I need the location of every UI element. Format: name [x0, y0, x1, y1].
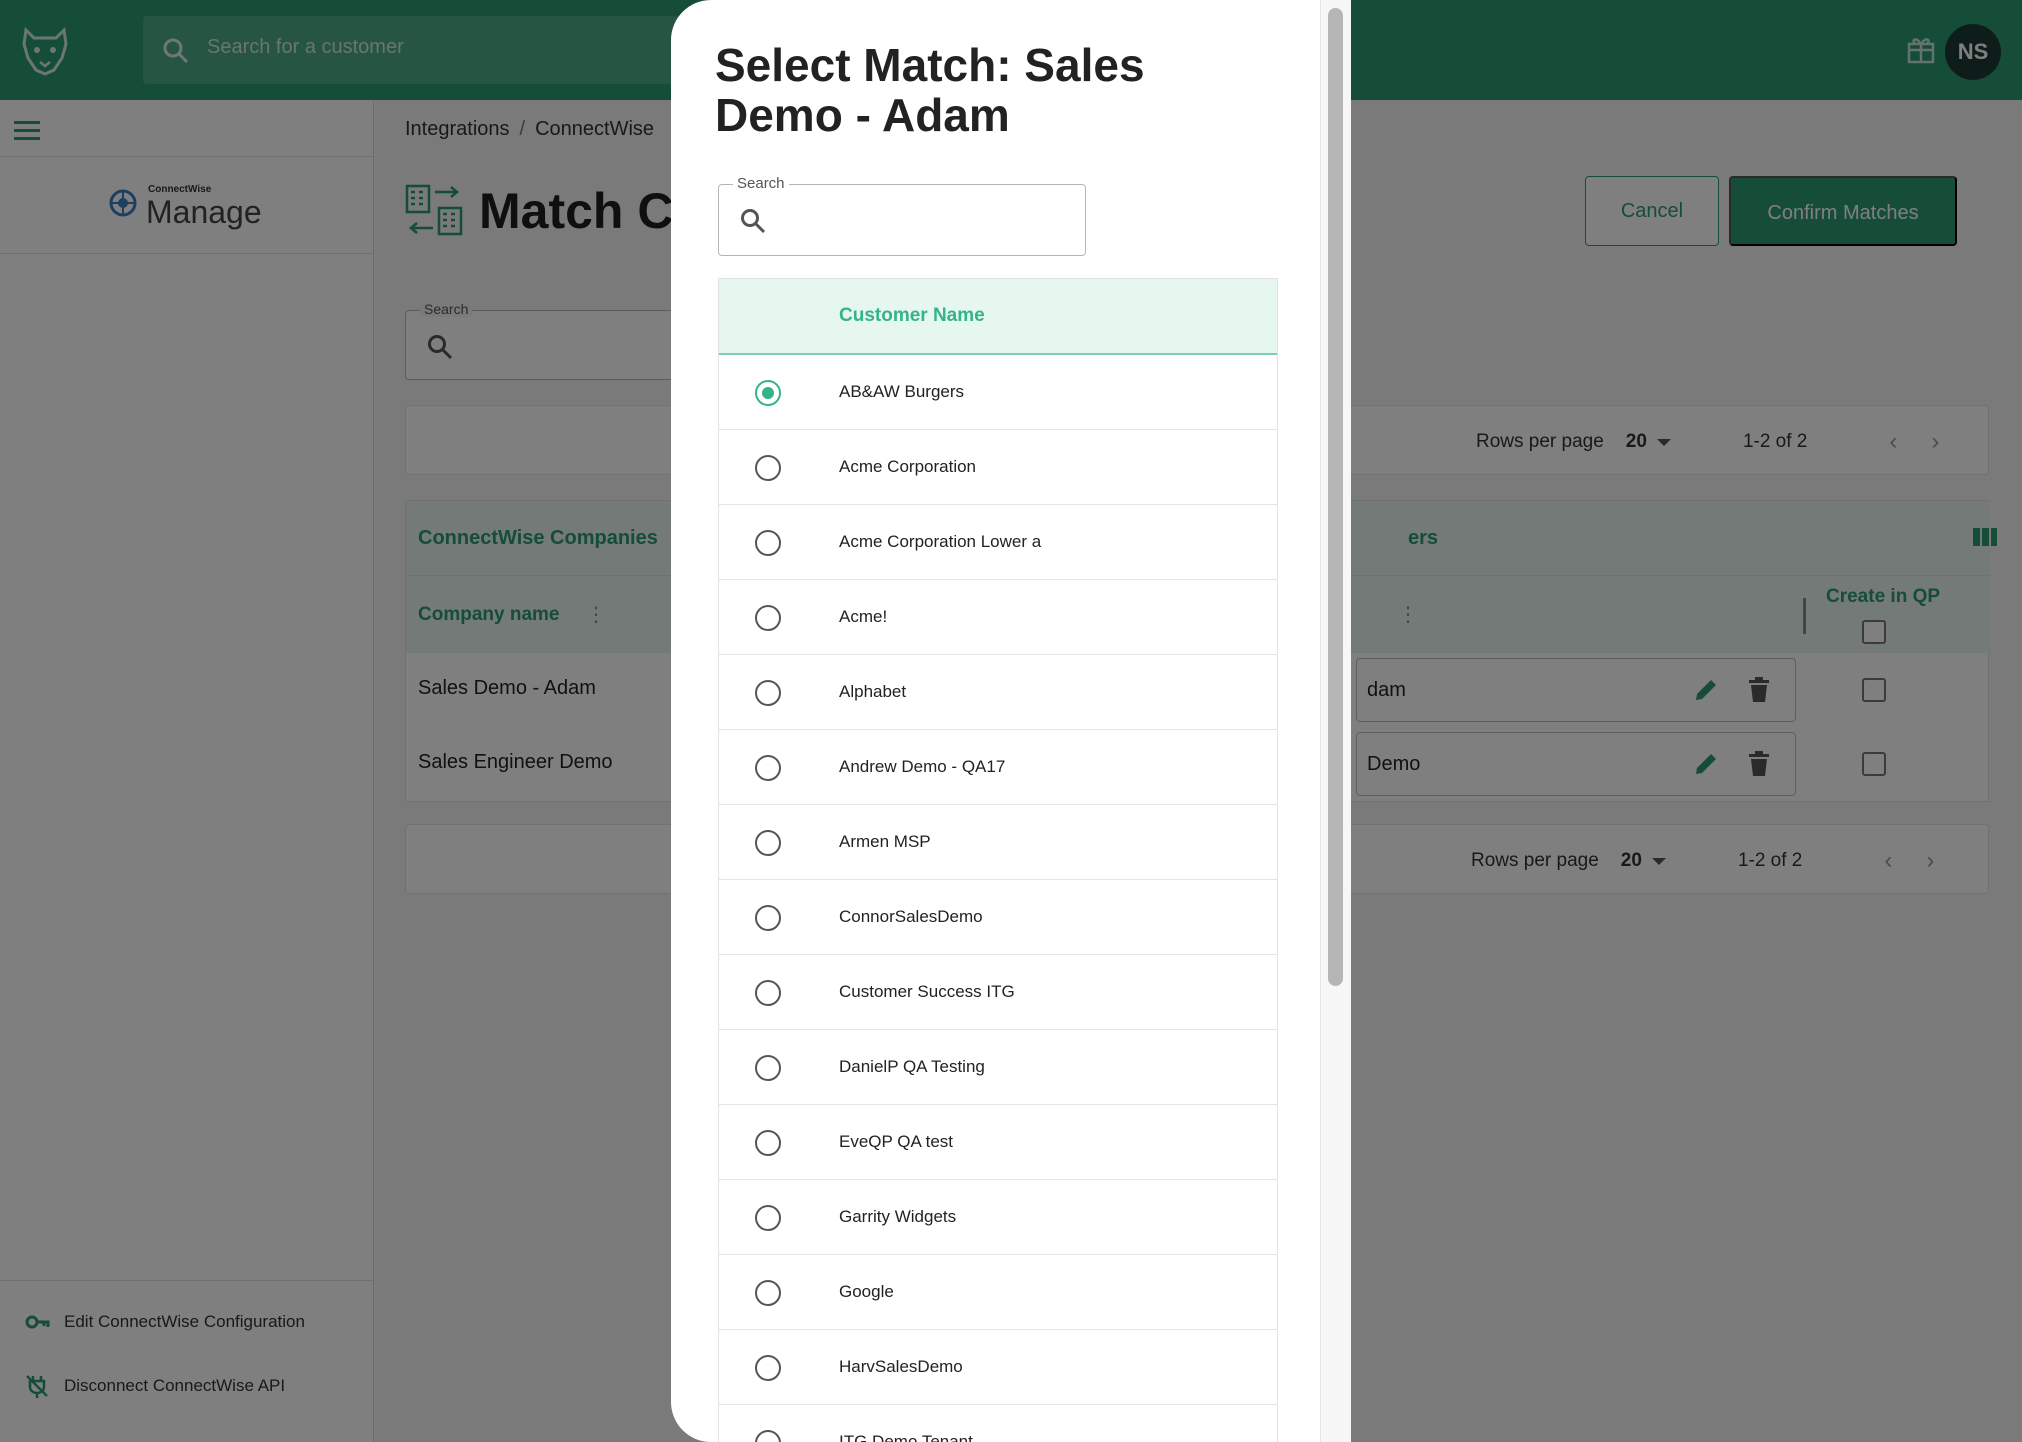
- radio-button[interactable]: [755, 1355, 781, 1381]
- radio-button[interactable]: [755, 755, 781, 781]
- customer-name: Acme Corporation: [839, 457, 977, 476]
- customer-name: Armen MSP: [839, 832, 931, 851]
- radio-button[interactable]: [755, 605, 781, 631]
- customer-row[interactable]: ConnorSalesDemo: [719, 880, 1277, 955]
- customer-row[interactable]: ITG Demo Tenant: [719, 1405, 1277, 1442]
- customer-name: Acme!: [839, 607, 888, 626]
- select-match-modal: Select Match: Sales Demo - Adam Search C…: [671, 0, 1351, 1442]
- customer-name: AB&AW Burgers: [839, 382, 965, 401]
- radio-button[interactable]: [755, 905, 781, 931]
- customer-row[interactable]: Garrity Widgets: [719, 1180, 1277, 1255]
- radio-button[interactable]: [755, 1130, 781, 1156]
- radio-button[interactable]: [755, 1430, 781, 1442]
- search-icon: [741, 209, 766, 234]
- customer-row[interactable]: Google: [719, 1255, 1277, 1330]
- radio-button[interactable]: [755, 1205, 781, 1231]
- radio-button[interactable]: [755, 380, 781, 406]
- customer-name: Google: [839, 1282, 894, 1301]
- customer-row[interactable]: Andrew Demo - QA17: [719, 730, 1277, 805]
- customer-row[interactable]: Customer Success ITG: [719, 955, 1277, 1030]
- customer-row[interactable]: Acme!: [719, 580, 1277, 655]
- customer-name: Garrity Widgets: [839, 1207, 957, 1226]
- modal-scrollbar[interactable]: [1320, 0, 1351, 1442]
- customer-name: Customer Success ITG: [839, 982, 1015, 1001]
- customer-list: Customer Name AB&AW Burgers Acme Corporat…: [718, 278, 1278, 1442]
- customer-list-header: Customer Name: [719, 279, 1277, 355]
- customer-name: ITG Demo Tenant: [839, 1432, 973, 1442]
- radio-button[interactable]: [755, 680, 781, 706]
- customer-row[interactable]: DanielP QA Testing: [719, 1030, 1277, 1105]
- customer-row[interactable]: HarvSalesDemo: [719, 1330, 1277, 1405]
- radio-button[interactable]: [755, 530, 781, 556]
- radio-button[interactable]: [755, 830, 781, 856]
- radio-button[interactable]: [755, 1280, 781, 1306]
- customer-row[interactable]: Armen MSP: [719, 805, 1277, 880]
- radio-button[interactable]: [755, 980, 781, 1006]
- customer-name: ConnorSalesDemo: [839, 907, 983, 926]
- customer-name: HarvSalesDemo: [839, 1357, 963, 1376]
- radio-button[interactable]: [755, 1055, 781, 1081]
- radio-button[interactable]: [755, 455, 781, 481]
- customer-row[interactable]: EveQP QA test: [719, 1105, 1277, 1180]
- customer-row[interactable]: AB&AW Burgers: [719, 355, 1277, 430]
- scrollbar-thumb[interactable]: [1328, 8, 1343, 986]
- customer-name: Andrew Demo - QA17: [839, 757, 1006, 776]
- customer-name: DanielP QA Testing: [839, 1057, 985, 1076]
- customer-name: Acme Corporation Lower a: [839, 532, 1042, 551]
- modal-title: Select Match: Sales Demo - Adam: [715, 39, 1145, 141]
- modal-search-input[interactable]: Search: [718, 175, 1086, 256]
- customer-row[interactable]: Alphabet: [719, 655, 1277, 730]
- customer-row[interactable]: Acme Corporation Lower a: [719, 505, 1277, 580]
- customer-name-column[interactable]: Customer Name: [839, 305, 985, 327]
- search-label: Search: [733, 175, 789, 192]
- customer-name: Alphabet: [839, 682, 907, 701]
- customer-name: EveQP QA test: [839, 1132, 954, 1151]
- customer-row[interactable]: Acme Corporation: [719, 430, 1277, 505]
